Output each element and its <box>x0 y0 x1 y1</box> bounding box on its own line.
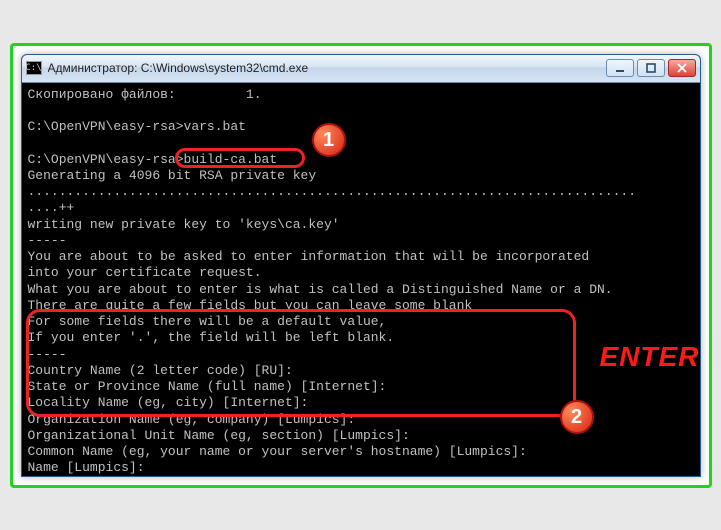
highlight-command-box <box>175 148 305 168</box>
callout-badge-1: 1 <box>312 123 346 157</box>
close-button[interactable] <box>668 59 696 77</box>
cmd-window: C:\ Администратор: C:\Windows\system32\c… <box>21 54 701 477</box>
maximize-button[interactable] <box>637 59 665 77</box>
enter-annotation: ENTER <box>600 343 700 371</box>
tutorial-frame: C:\ Администратор: C:\Windows\system32\c… <box>10 43 712 488</box>
console-output[interactable]: Скопировано файлов: 1. C:\OpenVPN\easy-r… <box>22 83 700 476</box>
cmd-icon: C:\ <box>26 61 42 75</box>
window-title: Администратор: C:\Windows\system32\cmd.e… <box>48 61 600 75</box>
callout-badge-2: 2 <box>560 400 594 434</box>
titlebar[interactable]: C:\ Администратор: C:\Windows\system32\c… <box>22 55 700 83</box>
window-controls <box>606 59 696 77</box>
minimize-button[interactable] <box>606 59 634 77</box>
